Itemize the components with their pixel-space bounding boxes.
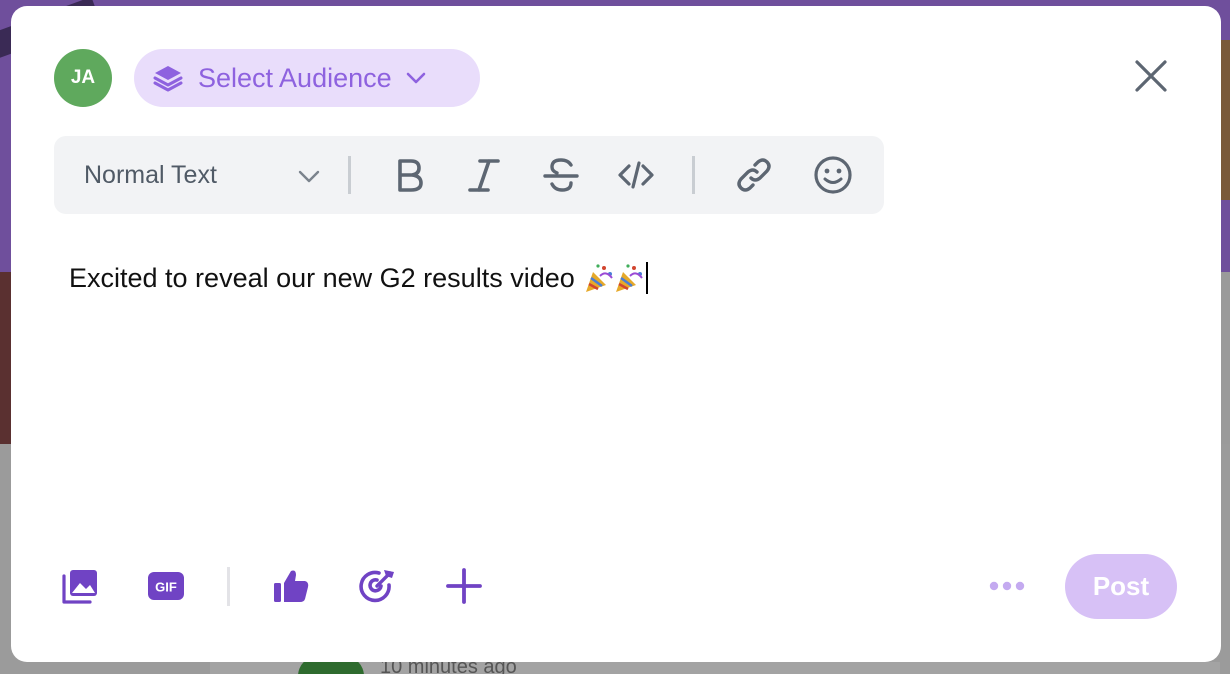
text-style-label: Normal Text (84, 160, 217, 189)
post-composer-modal: JA Select Audience Normal Text Excited t… (11, 6, 1221, 662)
text-style-dropdown[interactable]: Normal Text (84, 136, 324, 214)
formatting-toolbar: Normal Text (54, 136, 884, 214)
italic-icon[interactable] (464, 155, 504, 195)
select-audience-button[interactable]: Select Audience (134, 49, 480, 107)
background-photo-right (1220, 40, 1230, 200)
code-icon[interactable] (616, 155, 656, 195)
action-bar-divider (227, 567, 230, 606)
strikethrough-icon[interactable] (541, 155, 581, 195)
layers-icon (153, 66, 183, 92)
bold-icon[interactable] (389, 155, 429, 195)
post-button[interactable]: Post (1065, 554, 1177, 619)
post-text-editor[interactable]: Excited to reveal our new G2 results vid… (69, 262, 648, 294)
chevron-down-icon (406, 72, 425, 84)
gif-label: GIF (155, 580, 177, 595)
toolbar-divider (692, 156, 695, 194)
toolbar-divider (348, 156, 351, 194)
avatar: JA (54, 49, 112, 107)
text-cursor (645, 262, 648, 294)
post-text: Excited to reveal our new G2 results vid… (69, 262, 575, 293)
gif-icon[interactable]: GIF (146, 566, 186, 606)
close-icon[interactable] (1133, 58, 1169, 94)
party-popper-icon (585, 264, 613, 292)
target-icon[interactable] (357, 566, 397, 606)
link-icon[interactable] (734, 155, 774, 195)
emoji-icon[interactable] (813, 155, 853, 195)
thumbs-up-icon[interactable] (271, 566, 311, 606)
party-popper-icon (615, 264, 643, 292)
chevron-down-icon (298, 170, 320, 183)
select-audience-label: Select Audience (198, 62, 392, 93)
plus-icon[interactable] (444, 566, 484, 606)
more-icon[interactable] (987, 576, 1027, 596)
image-gallery-icon[interactable] (60, 566, 100, 606)
